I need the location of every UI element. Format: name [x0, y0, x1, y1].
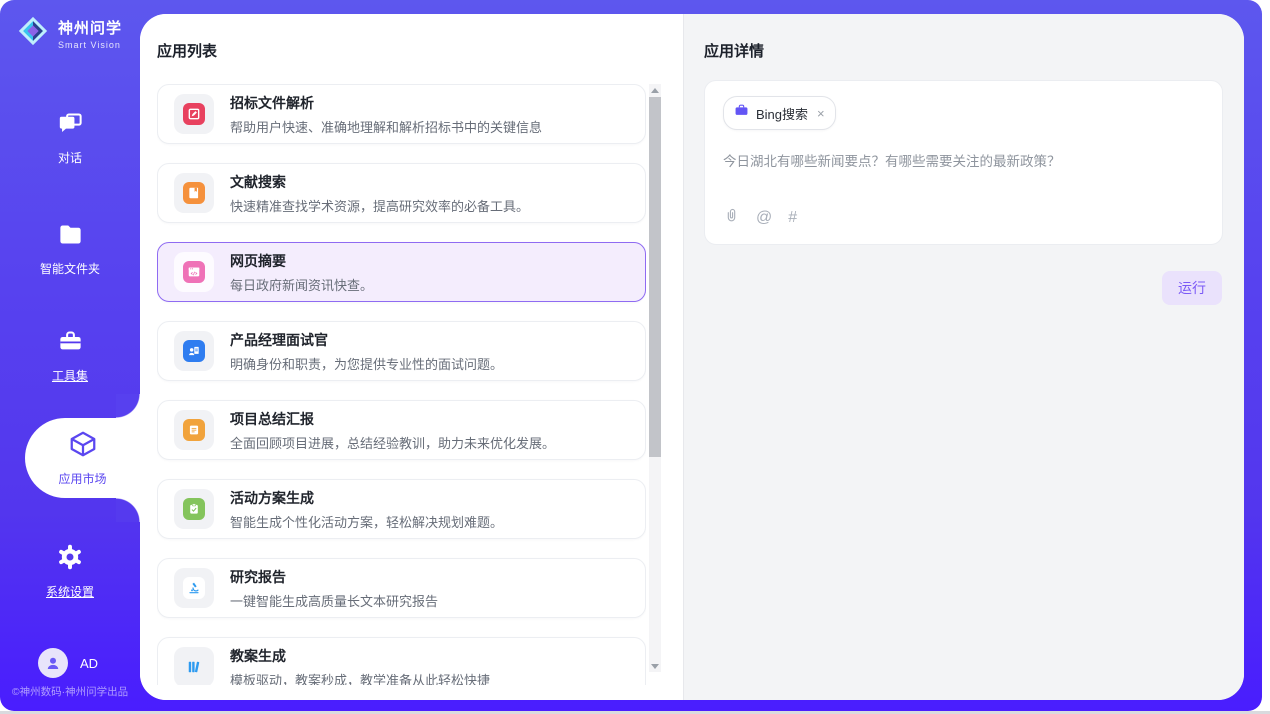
app-card-lesson-plan[interactable]: 教案生成 模板驱动，教案秒成，教学准备从此轻松快捷 — [157, 637, 646, 685]
app-list-title: 应用列表 — [157, 40, 217, 61]
clipboard-check-icon — [174, 489, 214, 529]
book-icon — [174, 173, 214, 213]
main-content: 应用列表 招标文件解析 帮助用户快速、准确地理解和解析招标书中的关键信 — [140, 14, 1244, 700]
sidebar-item-label: 智能文件夹 — [40, 260, 100, 277]
app-window: 神州问学 Smart Vision 对话 智能文件夹 — [0, 0, 1262, 711]
scrollbar-down-arrow[interactable] — [649, 660, 661, 672]
app-card-desc: 帮助用户快速、准确地理解和解析招标书中的关键信息 — [230, 117, 542, 136]
folder-icon — [57, 221, 84, 253]
prompt-toolbar: @ # — [723, 207, 1204, 229]
app-card-desc: 全面回顾项目进展，总结经验教训，助力未来优化发展。 — [230, 433, 555, 452]
interviewer-icon — [174, 331, 214, 371]
sidebar-item-label: 应用市场 — [58, 470, 106, 487]
brand: 神州问学 Smart Vision — [16, 14, 122, 53]
app-card-desc: 一键智能生成高质量长文本研究报告 — [230, 591, 438, 610]
close-icon[interactable]: × — [817, 107, 825, 120]
sidebar-item-label: 系统设置 — [46, 583, 94, 600]
briefcase-icon — [734, 103, 749, 123]
app-card-desc: 明确身份和职责，为您提供专业性的面试问题。 — [230, 354, 503, 373]
app-card-pm-interviewer[interactable]: 产品经理面试官 明确身份和职责，为您提供专业性的面试问题。 — [157, 321, 646, 381]
gear-icon — [56, 543, 84, 576]
app-card-event-plan[interactable]: 活动方案生成 智能生成个性化活动方案，轻松解决规划难题。 — [157, 479, 646, 539]
note-icon — [174, 410, 214, 450]
scrollbar-up-arrow[interactable] — [649, 84, 661, 96]
app-card-desc: 模板驱动，教案秒成，教学准备从此轻松快捷 — [230, 670, 490, 686]
brand-logo-icon — [16, 14, 50, 53]
brand-name: 神州问学 — [58, 17, 122, 38]
microscope-icon — [174, 568, 214, 608]
at-mention-icon[interactable]: @ — [756, 209, 772, 227]
app-card-title: 网页摘要 — [230, 251, 373, 271]
sidebar-item-app-market[interactable]: 应用市场 — [25, 418, 140, 498]
app-detail-title: 应用详情 — [704, 40, 764, 61]
hash-tag-icon[interactable]: # — [788, 209, 797, 227]
chat-icon — [57, 110, 84, 142]
app-list-panel: 应用列表 招标文件解析 帮助用户快速、准确地理解和解析招标书中的关键信 — [140, 14, 683, 700]
user-account[interactable]: AD — [38, 648, 98, 678]
app-card-desc: 快速精准查找学术资源，提高研究效率的必备工具。 — [230, 196, 529, 215]
tool-chip-label: Bing搜索 — [756, 104, 808, 123]
sidebar-item-toolset[interactable]: 工具集 — [0, 328, 140, 384]
prompt-card[interactable]: Bing搜索 × 今日湖北有哪些新闻要点？有哪些需要关注的最新政策？ @ # — [704, 80, 1223, 245]
query-text[interactable]: 今日湖北有哪些新闻要点？有哪些需要关注的最新政策？ — [723, 150, 1204, 170]
app-card-title: 活动方案生成 — [230, 488, 503, 508]
user-initials: AD — [80, 656, 98, 671]
app-card-desc: 智能生成个性化活动方案，轻松解决规划难题。 — [230, 512, 503, 531]
toolbox-icon — [57, 328, 84, 360]
app-card-web-summary[interactable]: 网页摘要 每日政府新闻资讯快查。 — [157, 242, 646, 302]
copyright-footer: ©神州数码·神州问学出品 — [0, 684, 140, 699]
app-card-tender-parse[interactable]: 招标文件解析 帮助用户快速、准确地理解和解析招标书中的关键信息 — [157, 84, 646, 144]
app-card-project-summary[interactable]: 项目总结汇报 全面回顾项目进展，总结经验教训，助力未来优化发展。 — [157, 400, 646, 460]
avatar — [38, 648, 68, 678]
sidebar-item-label: 工具集 — [52, 367, 88, 384]
app-card-desc: 每日政府新闻资讯快查。 — [230, 275, 373, 294]
app-card-title: 研究报告 — [230, 567, 438, 587]
paperclip-icon[interactable] — [723, 207, 740, 229]
cube-icon — [68, 429, 98, 464]
app-list: 招标文件解析 帮助用户快速、准确地理解和解析招标书中的关键信息 — [157, 84, 646, 685]
brand-subtitle: Smart Vision — [58, 40, 122, 50]
app-card-literature-search[interactable]: 文献搜索 快速精准查找学术资源，提高研究效率的必备工具。 — [157, 163, 646, 223]
app-card-research-report[interactable]: 研究报告 一键智能生成高质量长文本研究报告 — [157, 558, 646, 618]
tool-chip-bing-search[interactable]: Bing搜索 × — [723, 96, 836, 130]
app-card-title: 产品经理面试官 — [230, 330, 503, 350]
app-detail-panel: 应用详情 Bing搜索 × 今日湖北有哪些新闻要点？有哪些需要关注的最新政策？ — [683, 14, 1244, 700]
app-card-title: 招标文件解析 — [230, 93, 542, 113]
browser-code-icon — [174, 252, 214, 292]
list-scrollbar[interactable] — [649, 84, 661, 672]
pencil-square-icon — [174, 94, 214, 134]
books-icon — [174, 647, 214, 685]
app-card-title: 项目总结汇报 — [230, 409, 555, 429]
sidebar-item-label: 对话 — [58, 149, 82, 166]
sidebar: 神州问学 Smart Vision 对话 智能文件夹 — [0, 0, 140, 711]
app-card-title: 文献搜索 — [230, 172, 529, 192]
run-button[interactable]: 运行 — [1162, 271, 1222, 305]
sidebar-item-smart-folder[interactable]: 智能文件夹 — [0, 221, 140, 277]
app-card-title: 教案生成 — [230, 646, 490, 666]
scrollbar-thumb[interactable] — [649, 97, 661, 457]
sidebar-item-settings[interactable]: 系统设置 — [0, 543, 140, 600]
sidebar-item-chat[interactable]: 对话 — [0, 110, 140, 166]
